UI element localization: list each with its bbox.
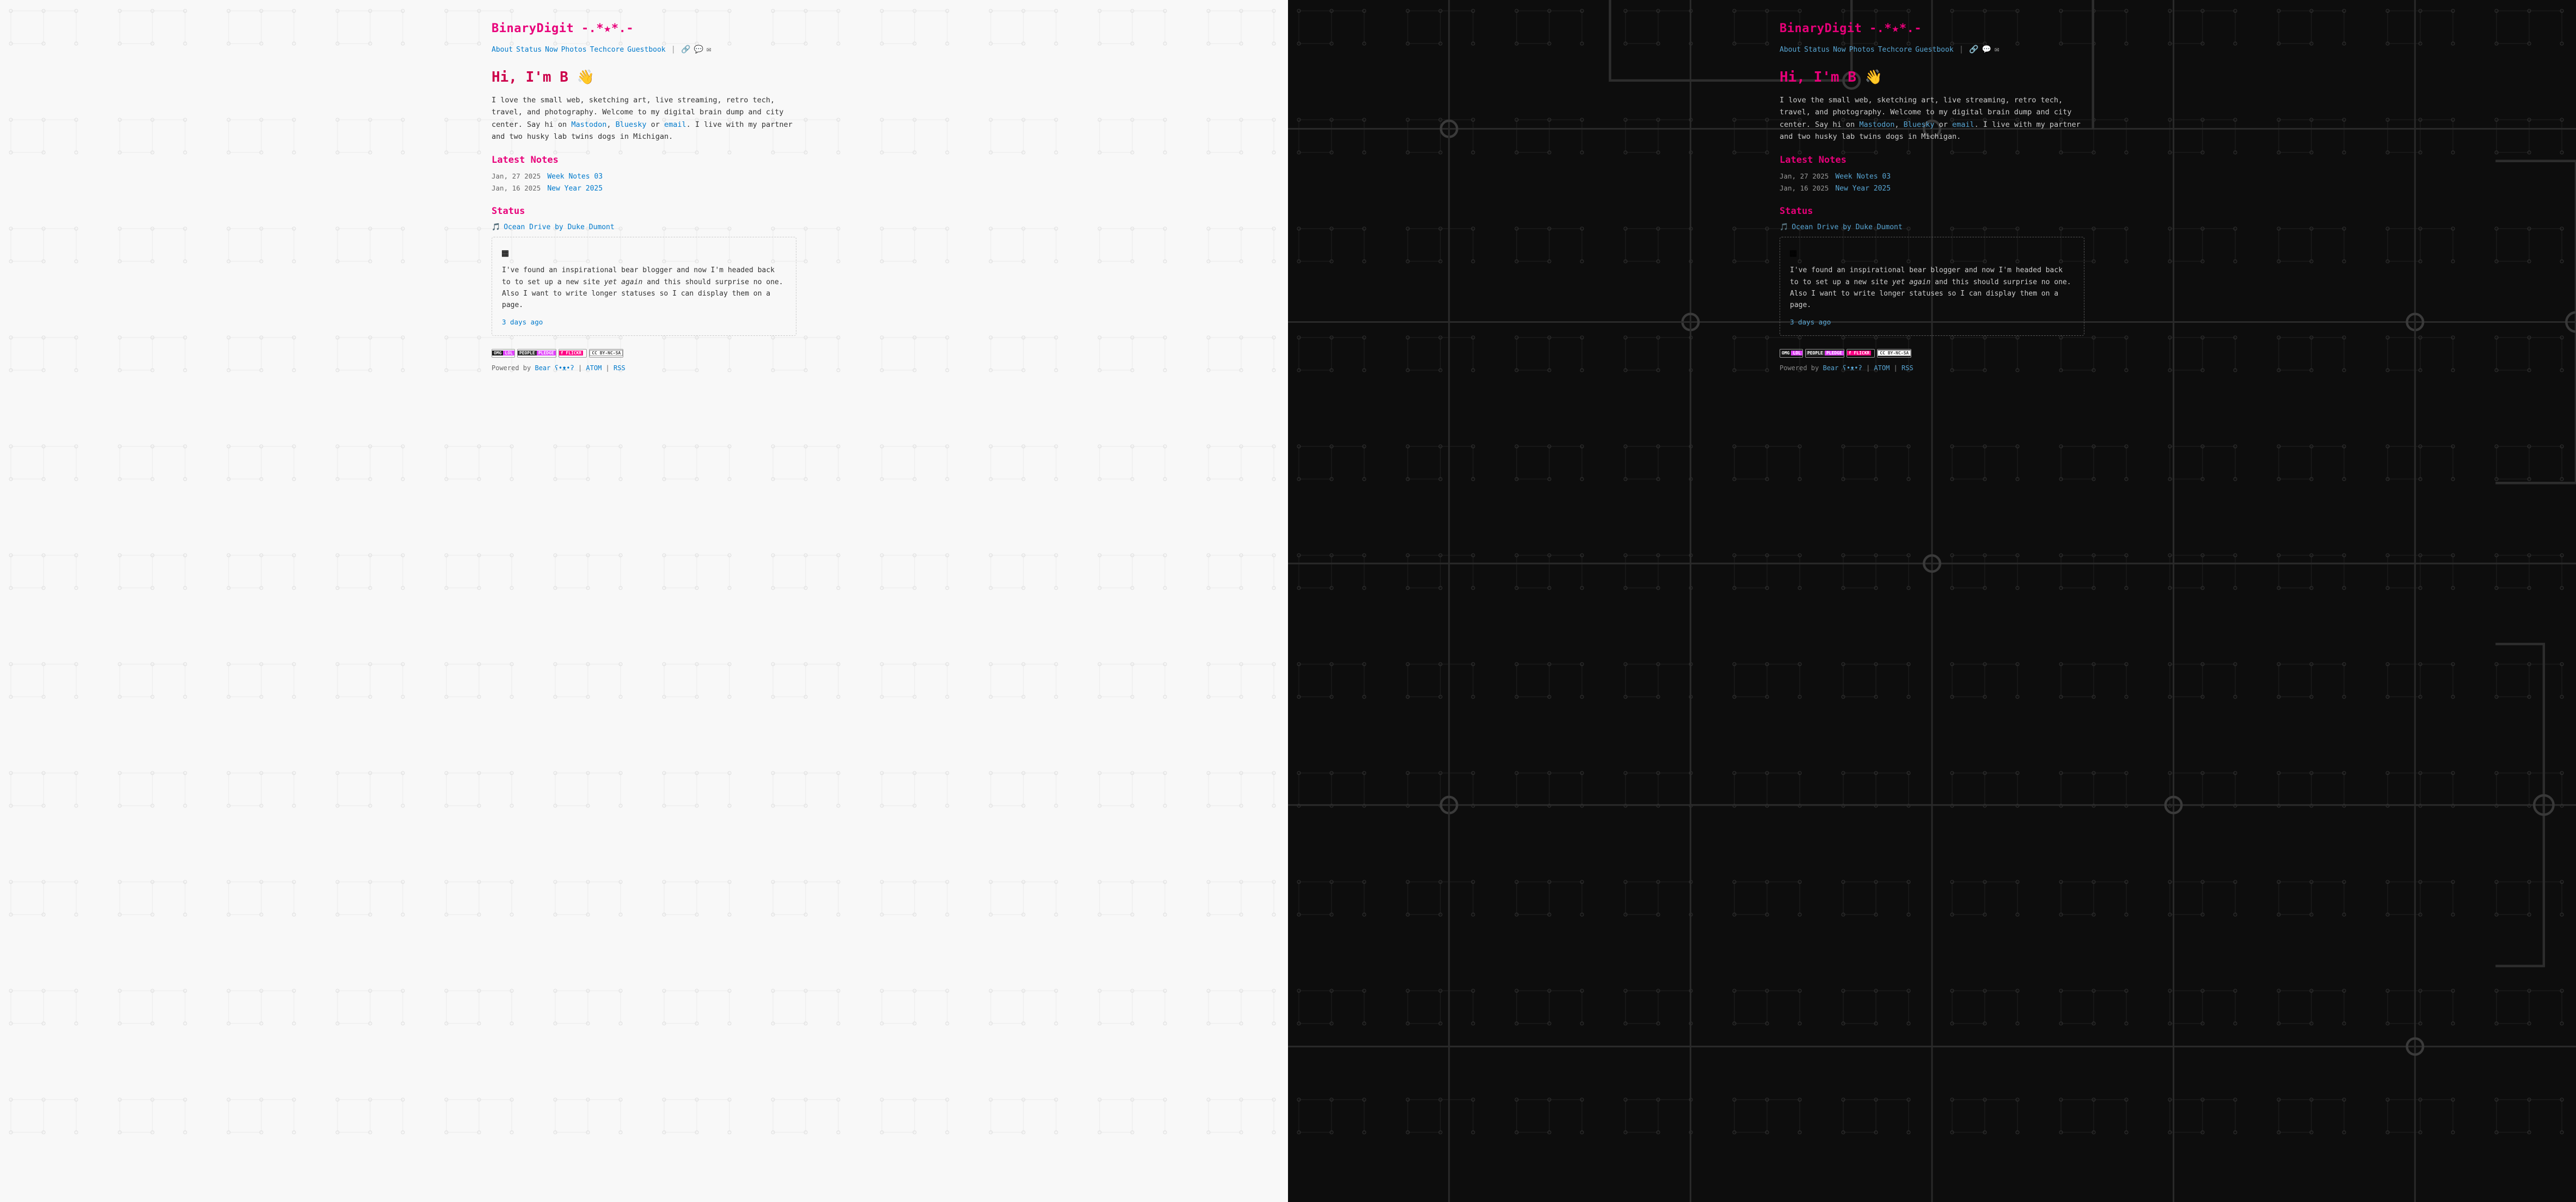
note-item-light-1: Jan, 27 2025 Week Notes 03 — [492, 172, 796, 181]
dark-panel: BinaryDigit -.*★*.- About Status Now Pho… — [1288, 0, 2576, 1202]
music-icon-dark: 🎵 — [1780, 223, 1788, 231]
nav-about-dark[interactable]: About — [1780, 46, 1801, 54]
mail-icon-light[interactable]: ✉ — [707, 45, 711, 54]
status-card-time-light[interactable]: 3 days ago — [502, 318, 543, 326]
rss-link-dark[interactable]: RSS — [1902, 364, 1913, 372]
nav-techcore-light[interactable]: Techcore — [590, 46, 624, 54]
chat-icon-light[interactable]: 💬 — [694, 45, 703, 54]
status-card-text-light: I've found an inspirational bear blogger… — [502, 265, 786, 311]
note-link-light-1[interactable]: Week Notes 03 — [547, 173, 603, 181]
badge-people-light[interactable]: PEOPLE PLEDGE — [517, 349, 556, 358]
note-date-light-2: Jan, 16 2025 — [492, 184, 541, 192]
nav-guestbook-light[interactable]: Guestbook — [627, 46, 665, 54]
nav-status-light[interactable]: Status — [516, 46, 542, 54]
status-music-dark[interactable]: 🎵 Ocean Drive by Duke Dumont — [1780, 223, 2084, 231]
bear-link-dark[interactable]: Bear ʕ•ᴥ•ʔ — [1823, 364, 1862, 372]
chat-icon-dark[interactable]: 💬 — [1982, 45, 1991, 54]
page-heading-light: Hi, I'm B 👋 — [492, 69, 796, 85]
badge-flickr-dark[interactable]: f FLICKR — [1847, 349, 1875, 358]
status-card-icon-dark: ▦ — [1790, 246, 2074, 259]
badge-cc-light[interactable]: CC BY-NC-SA — [589, 349, 623, 358]
nav-photos-dark[interactable]: Photos — [1849, 46, 1875, 54]
site-title-dark: BinaryDigit -.*★*.- — [1780, 22, 2084, 35]
badge-people-dark[interactable]: PEOPLE PLEDGE — [1805, 349, 1844, 358]
nav-dark: About Status Now Photos Techcore Guestbo… — [1780, 45, 2084, 54]
note-link-dark-2[interactable]: New Year 2025 — [1835, 185, 1891, 193]
nav-guestbook-dark[interactable]: Guestbook — [1915, 46, 1953, 54]
page-heading-dark: Hi, I'm B 👋 — [1780, 69, 2084, 85]
badge-cc-dark[interactable]: CC BY-NC-SA — [1877, 349, 1911, 358]
status-heading-dark: Status — [1780, 206, 2084, 217]
email-link-dark[interactable]: email — [1952, 120, 1974, 129]
nav-photos-light[interactable]: Photos — [561, 46, 587, 54]
light-panel: BinaryDigit -.*★*.- About Status Now Pho… — [0, 0, 1288, 1202]
status-card-dark: ▦ I've found an inspirational bear blogg… — [1780, 237, 2084, 336]
nav-now-light[interactable]: Now — [545, 46, 557, 54]
nav-about-light[interactable]: About — [492, 46, 513, 54]
status-card-icon-light: ▦ — [502, 246, 786, 259]
bluesky-link-dark[interactable]: Bluesky — [1904, 120, 1935, 129]
mail-icon-dark[interactable]: ✉ — [1995, 45, 1999, 54]
note-item-light-2: Jan, 16 2025 New Year 2025 — [492, 184, 796, 193]
atom-link-dark[interactable]: ATOM — [1874, 364, 1890, 372]
nav-now-dark[interactable]: Now — [1833, 46, 1845, 54]
notes-heading-dark: Latest Notes — [1780, 155, 2084, 165]
status-music-text-light: Ocean Drive by Duke Dumont — [504, 223, 615, 231]
note-link-light-2[interactable]: New Year 2025 — [547, 185, 603, 193]
footer-badges-dark: OMG LOL PEOPLE PLEDGE f FLICKR CC BY-NC-… — [1780, 349, 2084, 358]
music-icon-light: 🎵 — [492, 223, 500, 231]
site-title-light: BinaryDigit -.*★*.- — [492, 22, 796, 35]
rss-link-light[interactable]: RSS — [614, 364, 625, 372]
link-icon-dark[interactable]: 🔗 — [1969, 45, 1978, 54]
footer-powered-dark: Powered by Bear ʕ•ᴥ•ʔ | ATOM | RSS — [1780, 364, 2084, 372]
intro-text-dark: I love the small web, sketching art, liv… — [1780, 94, 2084, 143]
nav-divider-light: | — [671, 45, 676, 54]
note-item-dark-2: Jan, 16 2025 New Year 2025 — [1780, 184, 2084, 193]
status-card-time-dark[interactable]: 3 days ago — [1790, 318, 1831, 326]
bluesky-link-light[interactable]: Bluesky — [616, 120, 647, 129]
footer-badges-light: OMG LOL PEOPLE PLEDGE f FLICKR CC BY-NC-… — [492, 349, 796, 358]
note-link-dark-1[interactable]: Week Notes 03 — [1835, 173, 1891, 181]
intro-text-light: I love the small web, sketching art, liv… — [492, 94, 796, 143]
notes-list-light: Jan, 27 2025 Week Notes 03 Jan, 16 2025 … — [492, 172, 796, 193]
nav-status-dark[interactable]: Status — [1804, 46, 1830, 54]
email-link-light[interactable]: email — [664, 120, 686, 129]
mastodon-link-light[interactable]: Mastodon — [571, 120, 606, 129]
note-date-dark-1: Jan, 27 2025 — [1780, 172, 1829, 180]
footer-powered-light: Powered by Bear ʕ•ᴥ•ʔ | ATOM | RSS — [492, 364, 796, 372]
note-item-dark-1: Jan, 27 2025 Week Notes 03 — [1780, 172, 2084, 181]
badge-omg-dark[interactable]: OMG LOL — [1780, 349, 1803, 358]
atom-link-light[interactable]: ATOM — [586, 364, 602, 372]
note-date-light-1: Jan, 27 2025 — [492, 172, 541, 180]
mastodon-link-dark[interactable]: Mastodon — [1859, 120, 1894, 129]
nav-light: About Status Now Photos Techcore Guestbo… — [492, 45, 796, 54]
bear-link-light[interactable]: Bear ʕ•ᴥ•ʔ — [535, 364, 574, 372]
status-card-light: ▦ I've found an inspirational bear blogg… — [492, 237, 796, 336]
notes-list-dark: Jan, 27 2025 Week Notes 03 Jan, 16 2025 … — [1780, 172, 2084, 193]
badge-flickr-light[interactable]: f FLICKR — [559, 349, 587, 358]
status-music-text-dark: Ocean Drive by Duke Dumont — [1792, 223, 1903, 231]
nav-divider-dark: | — [1959, 45, 1964, 54]
status-card-text-dark: I've found an inspirational bear blogger… — [1790, 265, 2074, 311]
nav-techcore-dark[interactable]: Techcore — [1878, 46, 1912, 54]
link-icon-light[interactable]: 🔗 — [681, 45, 690, 54]
status-heading-light: Status — [492, 206, 796, 217]
notes-heading-light: Latest Notes — [492, 155, 796, 165]
badge-omg-light[interactable]: OMG LOL — [492, 349, 515, 358]
note-date-dark-2: Jan, 16 2025 — [1780, 184, 1829, 192]
status-music-light[interactable]: 🎵 Ocean Drive by Duke Dumont — [492, 223, 796, 231]
